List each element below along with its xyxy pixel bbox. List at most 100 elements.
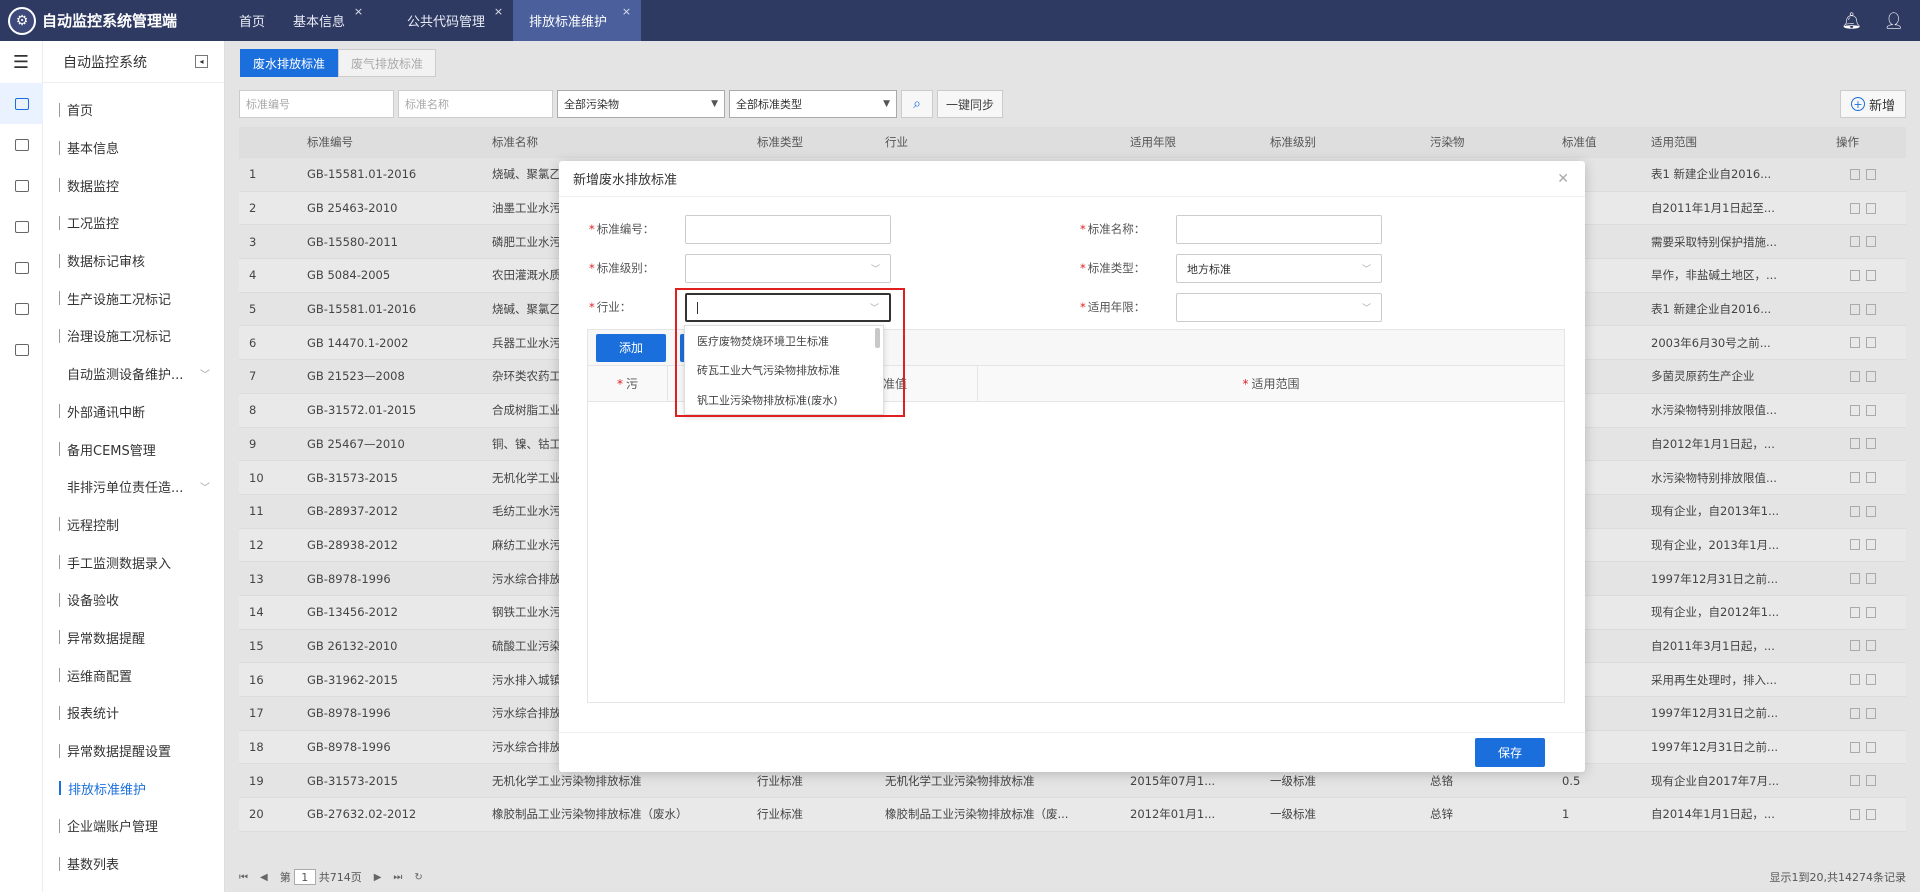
add-button[interactable]: + 新增 (1839, 90, 1906, 118)
sidebar-item[interactable]: 数据监控 (43, 166, 224, 204)
sidebar-item[interactable]: 报表统计 (43, 694, 224, 732)
edit-icon[interactable] (1850, 269, 1860, 281)
sync-button[interactable]: 一键同步 (937, 90, 1004, 118)
tab-emission-standard[interactable]: 排放标准维护 × (513, 0, 642, 41)
sidebar-item[interactable]: 运维商配置 (43, 656, 224, 694)
standard-name-input[interactable]: 标准名称 (398, 90, 553, 118)
user-icon[interactable]: 👤︎ (1884, 11, 1904, 30)
settings-icon[interactable] (0, 206, 43, 247)
standard-name-field[interactable] (1176, 215, 1382, 244)
report-icon[interactable] (0, 288, 43, 329)
delete-icon[interactable] (1866, 202, 1876, 214)
delete-icon[interactable] (1866, 438, 1876, 450)
sidebar-item[interactable]: 非排污单位责任造... ﹀ (43, 468, 224, 506)
sidebar-item[interactable]: 设备验收 (43, 581, 224, 619)
search-button[interactable]: ⌕ (901, 90, 933, 118)
delete-icon[interactable] (1866, 236, 1876, 248)
delete-icon[interactable] (1866, 337, 1876, 349)
sidebar-item[interactable]: 首页 (43, 91, 224, 129)
standard-code-field[interactable] (685, 215, 891, 244)
monitor-icon[interactable] (0, 124, 43, 165)
delete-icon[interactable] (1866, 269, 1876, 281)
delete-icon[interactable] (1866, 606, 1876, 618)
delete-icon[interactable] (1866, 168, 1876, 180)
sidebar-item[interactable]: 异常数据提醒设置 (43, 732, 224, 770)
edit-icon[interactable] (1850, 539, 1860, 551)
close-icon[interactable]: × (622, 5, 631, 18)
tab-home[interactable]: 首页 (225, 0, 279, 41)
close-icon[interactable]: × (354, 5, 363, 18)
tab-basic-info[interactable]: 基本信息 × (279, 0, 373, 41)
add-row-button[interactable]: 添加 (596, 333, 666, 362)
edit-icon[interactable] (1850, 606, 1860, 618)
save-button[interactable]: 保存 (1475, 738, 1545, 767)
standard-type-field[interactable]: 地方标准 ﹀ (1176, 254, 1382, 283)
screen-icon[interactable] (0, 247, 43, 288)
edit-icon[interactable] (1850, 775, 1860, 787)
list-icon[interactable] (0, 329, 43, 370)
edit-icon[interactable] (1850, 337, 1860, 349)
sidebar-item[interactable]: 自动监测设备维护... ﹀ (43, 355, 224, 393)
sidebar-item[interactable]: 外部通讯中断 (43, 393, 224, 431)
page-input[interactable]: 1 (293, 869, 316, 885)
delete-icon[interactable] (1866, 303, 1876, 315)
delete-icon[interactable] (1866, 472, 1876, 484)
collapse-icon[interactable]: ◂ (195, 55, 208, 68)
delete-icon[interactable] (1866, 707, 1876, 719)
sidebar-item[interactable]: 治理设施工况标记 (43, 317, 224, 355)
sidebar-item[interactable]: 数据标记审核 (43, 242, 224, 280)
bell-icon[interactable]: 🔔︎ (1841, 11, 1861, 30)
sidebar-item[interactable]: 生产设施工况标记 (43, 279, 224, 317)
edit-icon[interactable] (1850, 236, 1860, 248)
edit-icon[interactable] (1850, 168, 1860, 180)
sidebar-item[interactable]: 备用CEMS管理 (43, 430, 224, 468)
refresh-icon[interactable]: ↻ (414, 872, 422, 883)
chart-icon[interactable] (0, 83, 43, 124)
hamburger-icon[interactable]: ☰ (0, 41, 42, 83)
pollutant-select[interactable]: 全部污染物 ▼ (557, 90, 725, 118)
edit-icon[interactable] (1850, 674, 1860, 686)
edit-icon[interactable] (1850, 808, 1860, 820)
sidebar-item[interactable]: 基本信息 (43, 129, 224, 167)
edit-icon[interactable] (1850, 370, 1860, 382)
edit-icon[interactable] (1850, 303, 1860, 315)
standard-type-select[interactable]: 全部标准类型 ▼ (729, 90, 897, 118)
standard-level-select[interactable]: ﹀ (685, 254, 891, 283)
sidebar-item[interactable]: 排放标准维护 (43, 769, 224, 807)
delete-icon[interactable] (1866, 573, 1876, 585)
tab-wastewater[interactable]: 废水排放标准 (240, 49, 339, 77)
tab-public-code[interactable]: 公共代码管理 × (373, 0, 513, 41)
edit-icon[interactable] (1850, 505, 1860, 517)
close-icon[interactable]: × (494, 5, 503, 18)
edit-icon[interactable] (1850, 640, 1860, 652)
applicable-years-select[interactable]: ﹀ (1176, 293, 1382, 322)
close-icon[interactable]: ✕ (1557, 171, 1569, 187)
edit-icon[interactable] (1850, 707, 1860, 719)
first-page-icon[interactable]: ⏮ (239, 872, 248, 883)
sidebar-item[interactable]: 异常数据提醒 (43, 619, 224, 657)
sidebar-item[interactable]: 基数列表 (43, 845, 224, 883)
delete-icon[interactable] (1866, 539, 1876, 551)
delete-icon[interactable] (1866, 674, 1876, 686)
delete-icon[interactable] (1866, 640, 1876, 652)
delete-icon[interactable] (1866, 370, 1876, 382)
prev-page-icon[interactable]: ◀ (260, 872, 268, 883)
sidebar-item[interactable]: 企业端账户管理 (43, 807, 224, 845)
edit-icon[interactable] (1850, 404, 1860, 416)
next-page-icon[interactable]: ▶ (374, 872, 382, 883)
sidebar-item[interactable]: 手工监测数据录入 (43, 543, 224, 581)
edit-icon[interactable] (1850, 202, 1860, 214)
delete-icon[interactable] (1866, 808, 1876, 820)
delete-icon[interactable] (1866, 775, 1876, 787)
edit-icon[interactable] (1850, 438, 1860, 450)
sidebar-item[interactable]: 远程控制 (43, 506, 224, 544)
standard-code-input[interactable]: 标准编号 (239, 90, 394, 118)
edit-icon[interactable] (1850, 741, 1860, 753)
table-row[interactable]: 20 GB-27632.02-2012 橡胶制品工业污染物排放标准（废水） 行业标准 橡… (239, 798, 1906, 832)
edit-icon[interactable] (1850, 573, 1860, 585)
delete-icon[interactable] (1866, 505, 1876, 517)
last-page-icon[interactable]: ⏭ (393, 872, 402, 883)
power-icon[interactable] (0, 165, 43, 206)
edit-icon[interactable] (1850, 472, 1860, 484)
delete-icon[interactable] (1866, 741, 1876, 753)
